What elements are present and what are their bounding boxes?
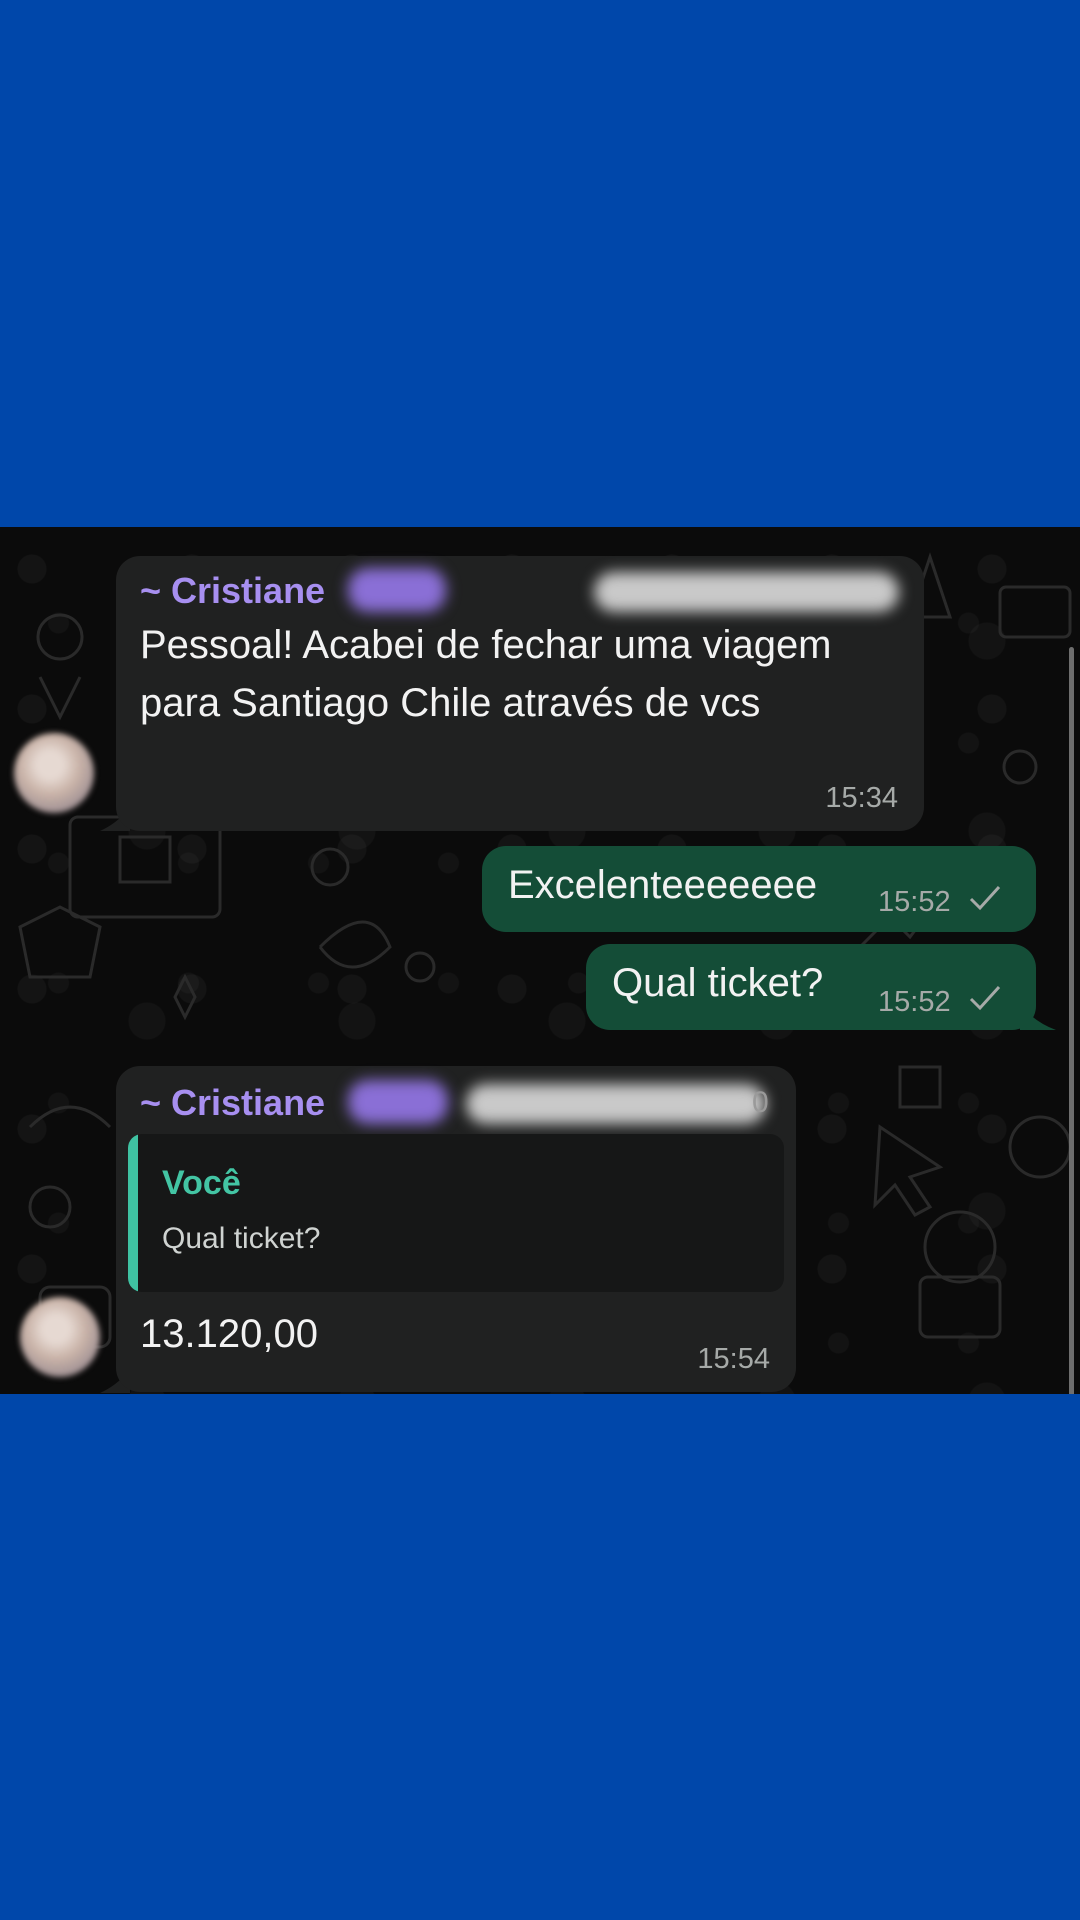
redacted-phone [594,572,899,612]
message-time: 15:54 [697,1343,770,1375]
sent-check-icon [969,985,1001,1011]
message-bubble-incoming[interactable]: ~ Cristiane Pessoal! Acabei de fechar um… [116,556,924,831]
message-time: 15:52 [878,886,951,918]
message-text: 13.120,00 [140,1312,318,1356]
quote-author: Você [162,1164,241,1202]
sent-check-icon [969,885,1001,911]
sender-name[interactable]: ~ Cristiane [140,570,325,612]
avatar[interactable] [14,733,94,813]
redacted-phone [466,1084,766,1124]
scrollbar[interactable] [1069,647,1074,1394]
chat-area[interactable]: ~ Cristiane Pessoal! Acabei de fechar um… [0,527,1080,1394]
phone-suffix: 0 [752,1086,769,1119]
message-text: Excelenteeeeeee [508,863,818,907]
redacted-name [348,1080,448,1124]
message-text: Qual ticket? [612,961,824,1005]
sender-name[interactable]: ~ Cristiane [140,1082,325,1124]
message-time: 15:34 [825,782,898,814]
message-time: 15:52 [878,986,951,1018]
bubble-tail [1020,1004,1056,1030]
message-text: Pessoal! Acabei de fechar uma viagem par… [140,623,832,725]
quote-accent-bar [128,1134,138,1292]
redacted-name [348,568,446,612]
quoted-reply[interactable]: Você Qual ticket? [128,1134,784,1292]
message-bubble-outgoing[interactable]: Excelenteeeeeee 15:52 [482,846,1036,932]
message-bubble-outgoing[interactable]: Qual ticket? 15:52 [586,944,1036,1030]
message-bubble-incoming[interactable]: ~ Cristiane 0 Você Qual ticket? 13.120,0… [116,1066,796,1392]
avatar[interactable] [20,1297,100,1377]
quote-text: Qual ticket? [162,1222,321,1255]
